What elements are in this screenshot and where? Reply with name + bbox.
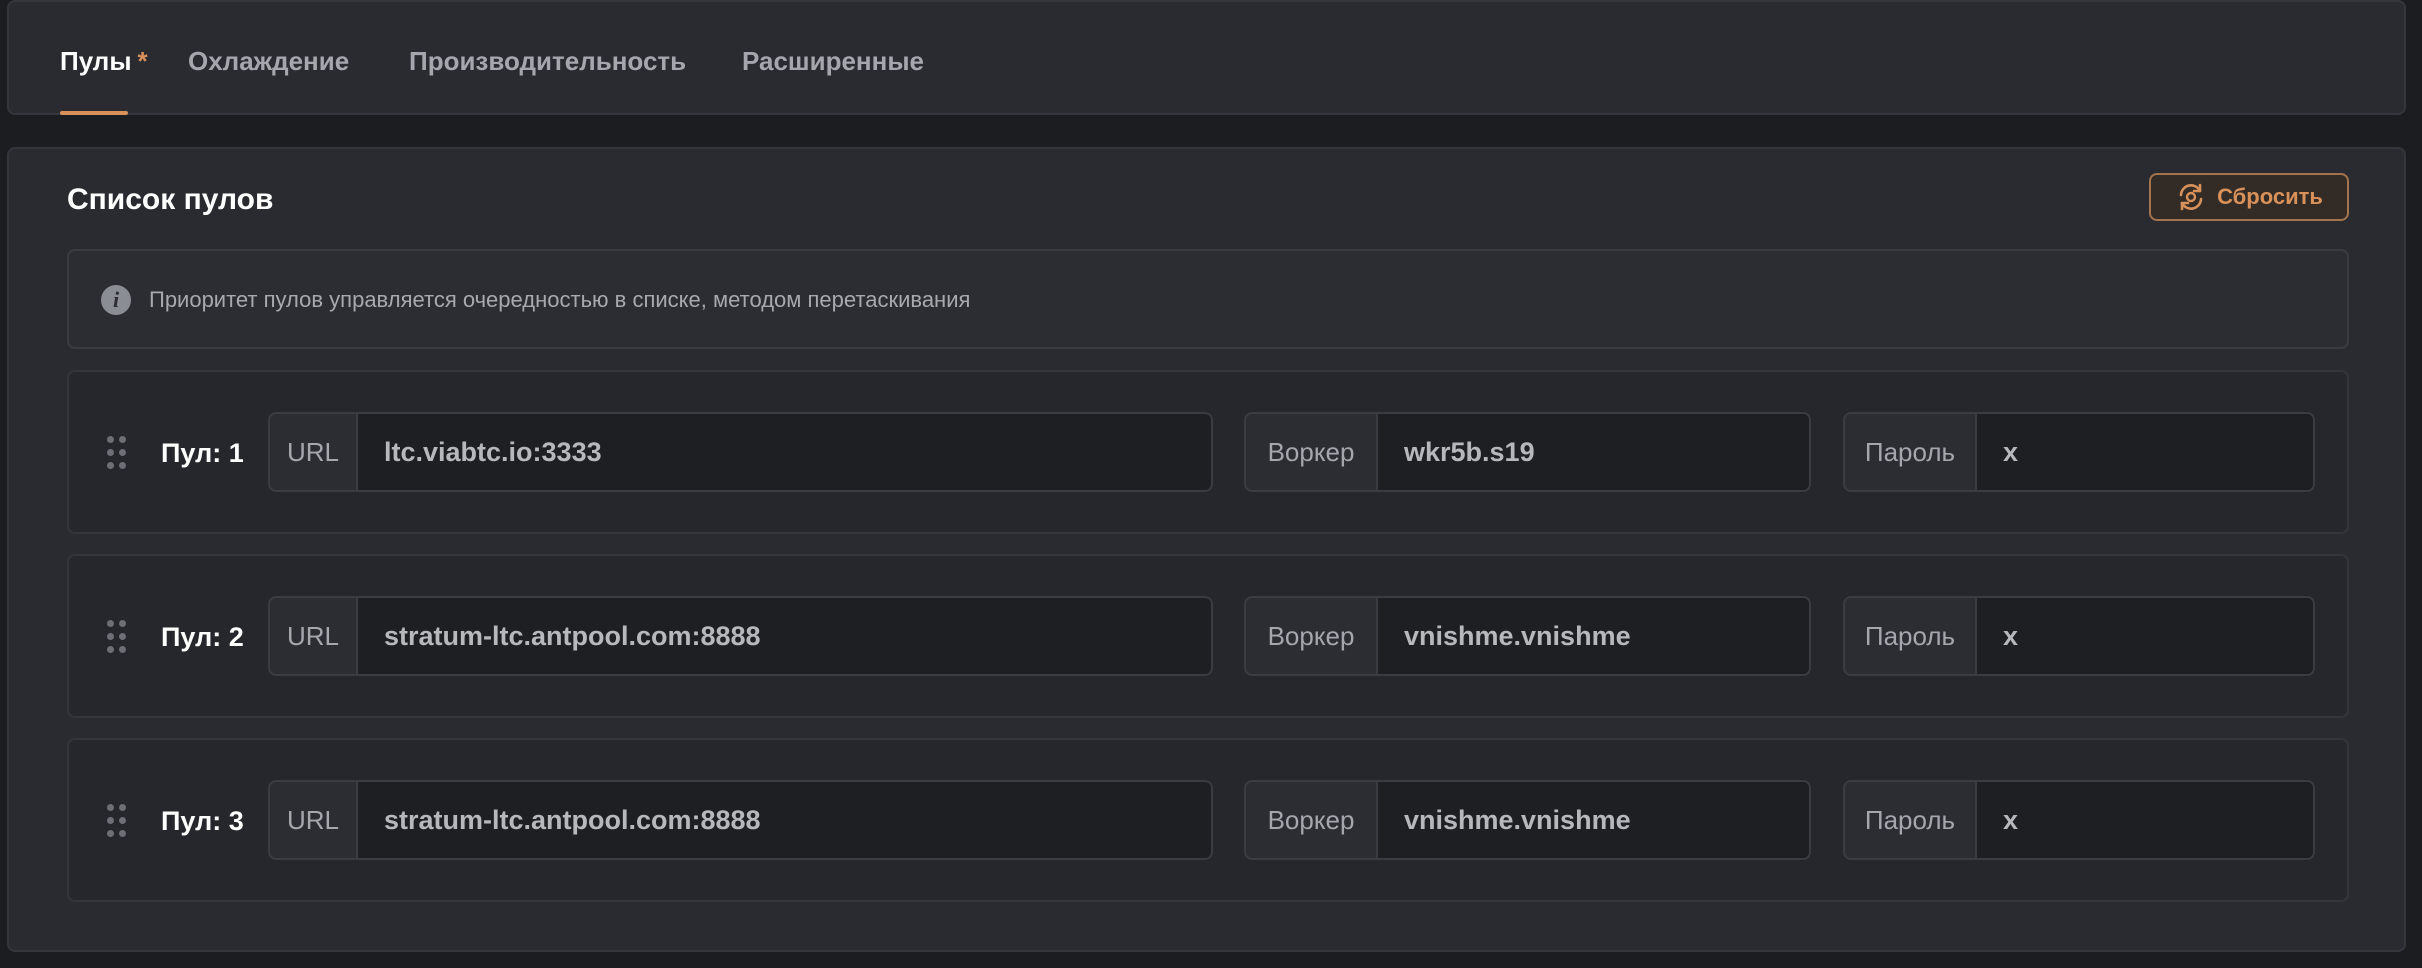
worker-prefix-label: Воркер bbox=[1246, 782, 1378, 858]
pool-password-input[interactable] bbox=[1977, 782, 2313, 858]
pool-label: Пул: 3 bbox=[161, 806, 244, 836]
pool-url-input[interactable] bbox=[358, 414, 1211, 490]
pool-label: Пул: 1 bbox=[161, 438, 244, 468]
tab-cooling[interactable]: Охлаждение bbox=[188, 46, 349, 77]
pool-worker-input[interactable] bbox=[1378, 782, 1809, 858]
pool-password-input[interactable] bbox=[1977, 598, 2313, 674]
drag-handle-icon[interactable] bbox=[107, 436, 127, 470]
tab-advanced-label: Расширенные bbox=[742, 46, 924, 76]
active-tab-indicator bbox=[60, 111, 128, 115]
pool-row-1: Пул: 1 URL Воркер Пароль bbox=[67, 370, 2349, 534]
pool-list-card: Список пулов Сбросить i Приоритет пулов … bbox=[7, 147, 2406, 952]
pool-worker-field: Воркер bbox=[1244, 780, 1811, 860]
password-prefix-label: Пароль bbox=[1845, 782, 1977, 858]
section-title: Список пулов bbox=[67, 183, 274, 216]
url-prefix-label: URL bbox=[270, 598, 358, 674]
url-prefix-label: URL bbox=[270, 414, 358, 490]
pool-url-field: URL bbox=[268, 412, 1213, 492]
tab-cooling-label: Охлаждение bbox=[188, 46, 350, 76]
reset-button[interactable]: Сбросить bbox=[2149, 173, 2349, 221]
reset-cycle-icon bbox=[2179, 183, 2203, 211]
pool-password-field: Пароль bbox=[1843, 596, 2315, 676]
tab-pools[interactable]: Пулы * bbox=[60, 46, 148, 77]
tab-advanced[interactable]: Расширенные bbox=[742, 46, 924, 77]
url-prefix-label: URL bbox=[270, 782, 358, 858]
pool-row-2: Пул: 2 URL Воркер Пароль bbox=[67, 554, 2349, 718]
pool-worker-field: Воркер bbox=[1244, 412, 1811, 492]
pool-worker-input[interactable] bbox=[1378, 414, 1809, 490]
worker-prefix-label: Воркер bbox=[1246, 598, 1378, 674]
pool-label: Пул: 2 bbox=[161, 622, 244, 652]
reset-button-label: Сбросить bbox=[2217, 184, 2323, 209]
worker-prefix-label: Воркер bbox=[1246, 414, 1378, 490]
info-text: Приоритет пулов управляется очередностью… bbox=[149, 287, 971, 312]
password-prefix-label: Пароль bbox=[1845, 598, 1977, 674]
info-icon: i bbox=[101, 285, 131, 315]
pool-url-field: URL bbox=[268, 780, 1213, 860]
pool-worker-field: Воркер bbox=[1244, 596, 1811, 676]
tab-performance[interactable]: Производительность bbox=[409, 46, 686, 77]
pool-worker-input[interactable] bbox=[1378, 598, 1809, 674]
pool-url-input[interactable] bbox=[358, 598, 1211, 674]
password-prefix-label: Пароль bbox=[1845, 414, 1977, 490]
settings-tabs-bar: Пулы * Охлаждение Производительность Расш… bbox=[7, 0, 2406, 115]
tab-modified-marker: * bbox=[137, 46, 148, 76]
drag-handle-icon[interactable] bbox=[107, 804, 127, 838]
pool-password-input[interactable] bbox=[1977, 414, 2313, 490]
pool-password-field: Пароль bbox=[1843, 412, 2315, 492]
tab-performance-label: Производительность bbox=[409, 46, 687, 76]
pool-url-field: URL bbox=[268, 596, 1213, 676]
pool-password-field: Пароль bbox=[1843, 780, 2315, 860]
drag-handle-icon[interactable] bbox=[107, 620, 127, 654]
pool-url-input[interactable] bbox=[358, 782, 1211, 858]
tab-pools-label: Пулы bbox=[60, 46, 132, 76]
info-notice: i Приоритет пулов управляется очередност… bbox=[67, 249, 2349, 349]
pool-row-3: Пул: 3 URL Воркер Пароль bbox=[67, 738, 2349, 902]
